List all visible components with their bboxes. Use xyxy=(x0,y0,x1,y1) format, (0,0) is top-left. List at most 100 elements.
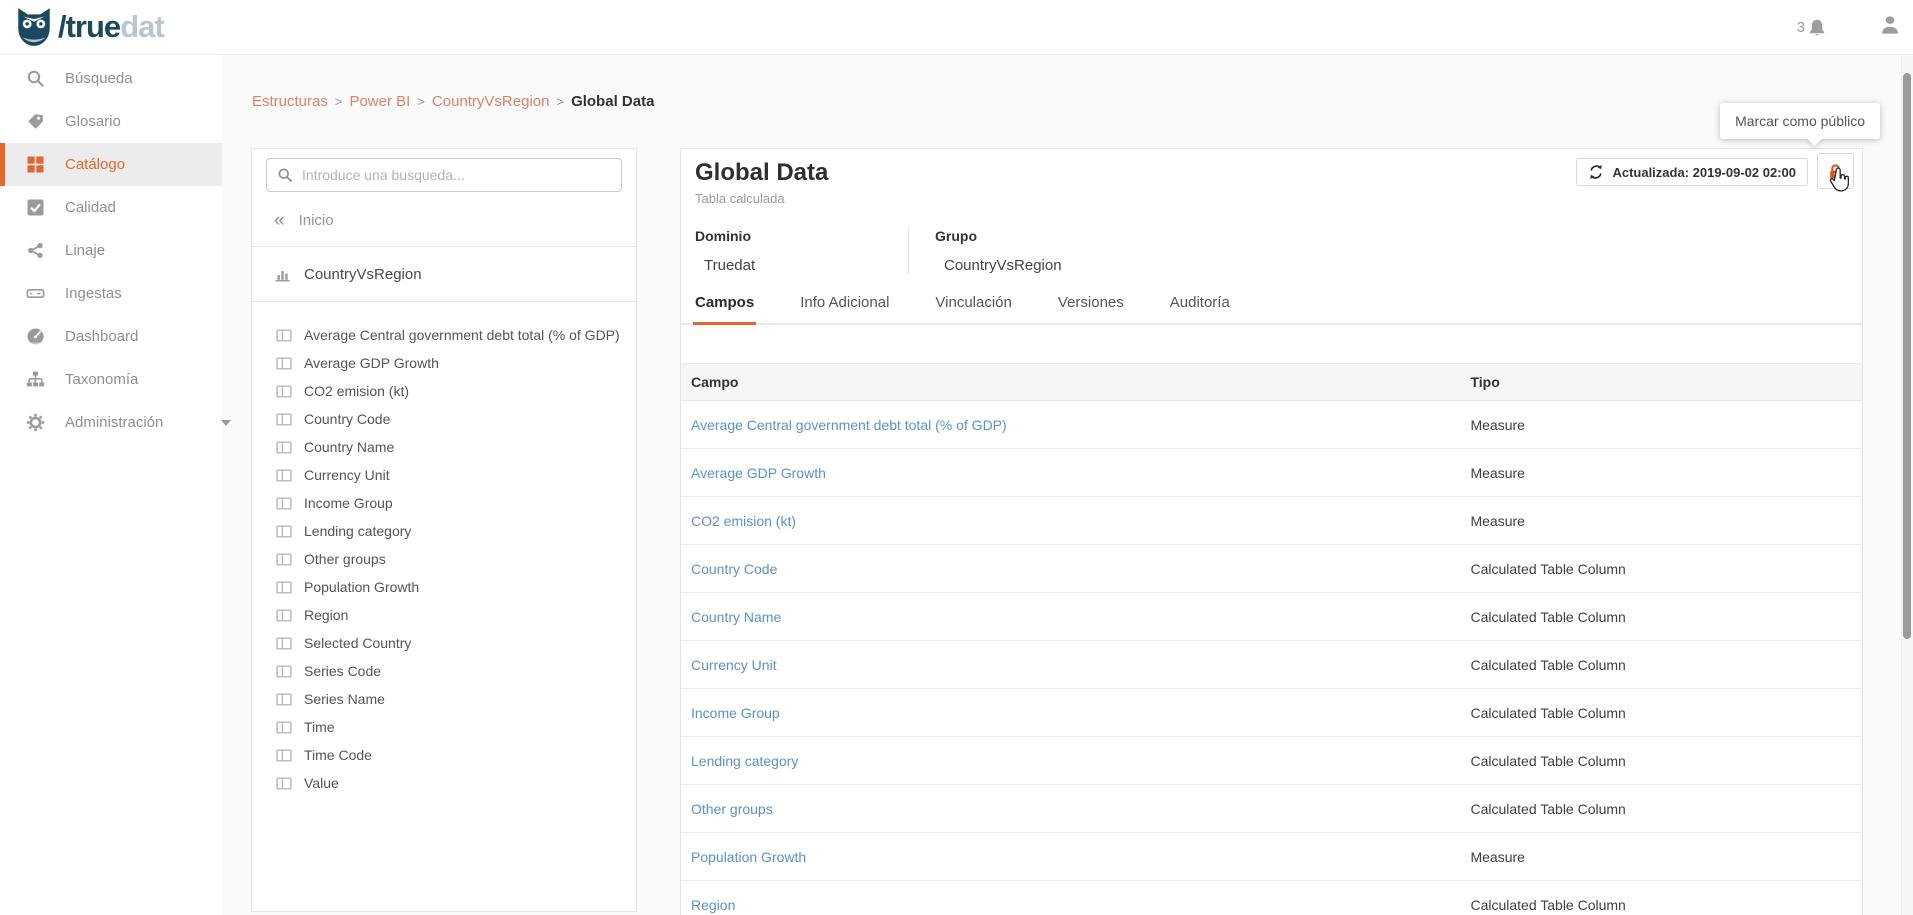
tree-field-item[interactable]: Country Code xyxy=(252,405,636,433)
table-row: Region Calculated Table Column xyxy=(681,881,1862,915)
tree-back-label: Inicio xyxy=(299,212,334,229)
table-row: Lending category Calculated Table Column xyxy=(681,737,1862,785)
tree-field-item[interactable]: Population Growth xyxy=(252,573,636,601)
tree-field-item[interactable]: Currency Unit xyxy=(252,461,636,489)
field-link[interactable]: Average Central government debt total (%… xyxy=(691,417,1007,433)
grid-icon xyxy=(26,155,45,174)
updated-label: Actualizada: 2019-09-02 02:00 xyxy=(1612,165,1796,180)
sidebar-item-ingestas[interactable]: Ingestas xyxy=(0,272,222,315)
field-link[interactable]: Population Growth xyxy=(691,849,806,865)
field-link[interactable]: Country Code xyxy=(691,561,777,577)
truedat-logo[interactable]: /truedat xyxy=(14,6,164,48)
breadcrumb-link-estructuras[interactable]: Estructuras xyxy=(252,93,328,110)
table-icon xyxy=(276,356,292,371)
sidebar-item-administracion[interactable]: Administración xyxy=(0,401,222,444)
user-menu-button[interactable] xyxy=(1879,14,1901,41)
tooltip-arrow xyxy=(1807,131,1823,147)
sitemap-icon xyxy=(26,370,45,389)
table-row: CO2 emision (kt) Measure xyxy=(681,497,1862,545)
tree-field-item[interactable]: Series Name xyxy=(252,685,636,713)
sidebar-item-catalogo[interactable]: Catálogo xyxy=(0,143,222,186)
tab[interactable]: Auditoría xyxy=(1168,294,1232,325)
structure-tree-panel: « Inicio CountryVsRegion Average Central… xyxy=(251,148,637,912)
tree-field-item[interactable]: Selected Country xyxy=(252,629,636,657)
tree-field-label: Series Code xyxy=(304,663,381,679)
bell-icon xyxy=(1807,18,1827,38)
tree-search-box[interactable] xyxy=(266,158,622,192)
tab[interactable]: Vinculación xyxy=(933,294,1013,325)
column-header-tipo: Tipo xyxy=(1460,364,1862,401)
sidebar-item-calidad[interactable]: Calidad xyxy=(0,186,222,229)
mark-public-button[interactable] xyxy=(1817,153,1854,189)
dominio-label: Dominio xyxy=(695,228,868,244)
table-icon xyxy=(276,580,292,595)
table-icon xyxy=(276,524,292,539)
tree-field-label: Series Name xyxy=(304,691,385,707)
tree-search-input[interactable] xyxy=(302,167,611,183)
tree-field-item[interactable]: Lending category xyxy=(252,517,636,545)
field-link[interactable]: Other groups xyxy=(691,801,773,817)
sidebar-item-glosario[interactable]: Glosario xyxy=(0,100,222,143)
field-link[interactable]: Average GDP Growth xyxy=(691,465,826,481)
tree-field-item[interactable]: Average GDP Growth xyxy=(252,349,636,377)
tree-field-item[interactable]: Time xyxy=(252,713,636,741)
field-link[interactable]: Region xyxy=(691,897,735,913)
tree-field-item[interactable]: Region xyxy=(252,601,636,629)
sidebar-item-linaje[interactable]: Linaje xyxy=(0,229,222,272)
table-row: Income Group Calculated Table Column xyxy=(681,689,1862,737)
field-link[interactable]: Country Name xyxy=(691,609,781,625)
tree-field-item[interactable]: Income Group xyxy=(252,489,636,517)
tab[interactable]: Info Adicional xyxy=(798,294,891,325)
table-icon xyxy=(276,552,292,567)
field-type: Calculated Table Column xyxy=(1460,785,1862,833)
tree-field-item[interactable]: Time Code xyxy=(252,741,636,769)
table-icon xyxy=(276,412,292,427)
table-row: Other groups Calculated Table Column xyxy=(681,785,1862,833)
tab[interactable]: Campos xyxy=(693,294,756,325)
updated-button[interactable]: Actualizada: 2019-09-02 02:00 xyxy=(1576,158,1808,186)
drive-icon xyxy=(26,284,45,303)
breadcrumb: Estructuras > Power BI > CountryVsRegion… xyxy=(252,93,654,110)
field-type: Measure xyxy=(1460,833,1862,881)
field-link[interactable]: Income Group xyxy=(691,705,780,721)
refresh-icon xyxy=(1588,164,1604,180)
tab[interactable]: Versiones xyxy=(1056,294,1126,325)
tree-field-item[interactable]: Country Name xyxy=(252,433,636,461)
page-subtitle: Tabla calculada xyxy=(695,191,1846,206)
field-type: Calculated Table Column xyxy=(1460,689,1862,737)
breadcrumb-link-powerbi[interactable]: Power BI xyxy=(349,93,410,110)
column-header-campo: Campo xyxy=(681,364,1460,401)
field-type: Calculated Table Column xyxy=(1460,641,1862,689)
table-row: Average Central government debt total (%… xyxy=(681,401,1862,449)
owl-logo-icon xyxy=(14,6,54,48)
table-icon xyxy=(276,692,292,707)
tree-field-item[interactable]: Series Code xyxy=(252,657,636,685)
field-link[interactable]: Lending category xyxy=(691,753,798,769)
field-link[interactable]: Currency Unit xyxy=(691,657,777,673)
breadcrumb-link-countryvsregion[interactable]: CountryVsRegion xyxy=(432,93,550,110)
table-icon xyxy=(276,328,292,343)
breadcrumb-separator: > xyxy=(335,94,343,109)
gear-icon xyxy=(26,413,45,432)
scrollbar-thumb[interactable] xyxy=(1903,73,1911,639)
tree-field-item[interactable]: CO2 emision (kt) xyxy=(252,377,636,405)
sidebar-item-dashboard[interactable]: Dashboard xyxy=(0,315,222,358)
sidebar-item-taxonomia[interactable]: Taxonomía xyxy=(0,358,222,401)
field-type: Calculated Table Column xyxy=(1460,737,1862,785)
tree-field-label: Lending category xyxy=(304,523,411,539)
chevron-down-icon xyxy=(221,420,231,426)
tree-field-item[interactable]: Other groups xyxy=(252,545,636,573)
tree-field-item[interactable]: Average Central government debt total (%… xyxy=(252,321,636,349)
tree-root-label: CountryVsRegion xyxy=(304,266,422,283)
field-link[interactable]: CO2 emision (kt) xyxy=(691,513,796,529)
table-icon xyxy=(276,720,292,735)
sidebar-item-busqueda[interactable]: Búsqueda xyxy=(0,57,222,100)
table-icon xyxy=(276,748,292,763)
tree-field-label: Country Name xyxy=(304,439,394,455)
tree-root-countryvsregion[interactable]: CountryVsRegion xyxy=(252,257,636,291)
tree-field-item[interactable]: Value xyxy=(252,769,636,797)
tree-back-home[interactable]: « Inicio xyxy=(252,204,636,236)
search-icon xyxy=(277,167,293,183)
notifications-button[interactable]: 3 xyxy=(1797,18,1827,38)
gauge-icon xyxy=(26,327,45,346)
